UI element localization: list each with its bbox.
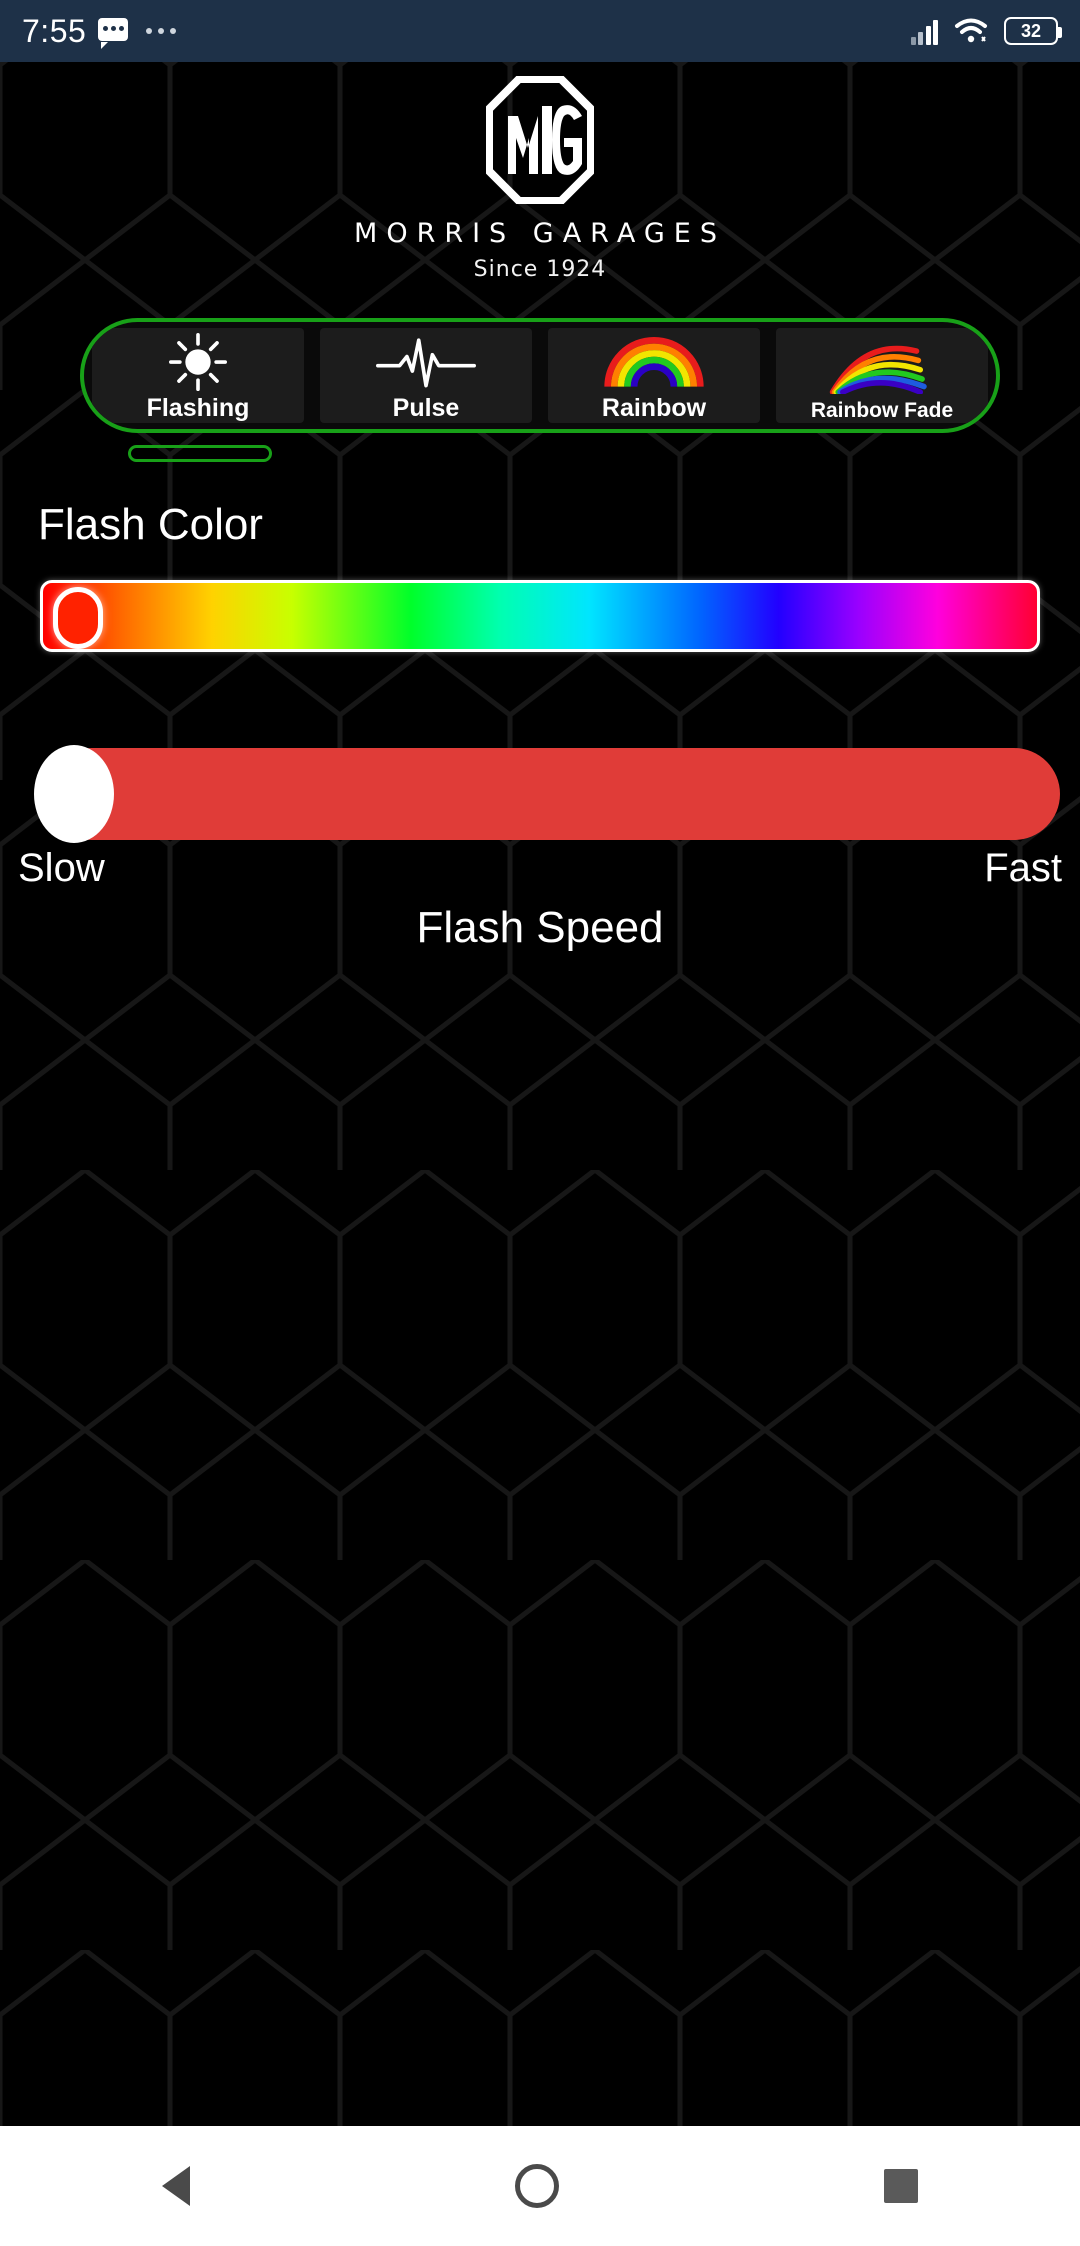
brand-name: MORRIS GARAGES <box>354 218 726 249</box>
tab-rainbow-fade[interactable]: Rainbow Fade <box>768 322 996 429</box>
speed-min-label: Slow <box>18 846 105 890</box>
message-icon <box>98 18 129 49</box>
heartbeat-icon <box>376 332 476 392</box>
mode-tab-bar[interactable]: Flashing Pulse Rainbow Rainbow Fade <box>80 318 1000 433</box>
mode-selector: Flashing Pulse Rainbow Rainbow Fade <box>80 318 1000 462</box>
status-bar-right: 32 <box>910 17 1062 45</box>
rainbow-fade-icon <box>827 336 937 396</box>
hue-gradient-slider[interactable] <box>40 580 1040 652</box>
signal-bars-icon <box>910 17 938 45</box>
speed-max-label: Fast <box>984 846 1062 890</box>
speed-slider-track[interactable] <box>46 748 1060 840</box>
brand-header: MORRIS GARAGES Since 1924 <box>0 62 1080 282</box>
app-root: 7:55 32 MORRIS GARAGES Since 1924 Flashi… <box>0 0 1080 2246</box>
tab-label: Rainbow Fade <box>810 399 954 422</box>
rainbow-arc-icon <box>602 332 706 392</box>
ellipsis-icon <box>146 28 177 34</box>
system-navigation-bar <box>0 2126 1080 2246</box>
battery-level: 32 <box>1020 21 1042 41</box>
speed-range-labels: Slow Fast <box>18 846 1062 891</box>
home-circle-icon[interactable] <box>514 2164 559 2208</box>
tab-flashing[interactable]: Flashing <box>84 322 312 429</box>
tab-pulse[interactable]: Pulse <box>312 322 540 429</box>
status-time: 7:55 <box>22 12 87 49</box>
battery-icon: 32 <box>1004 17 1062 45</box>
brand-since: Since 1924 <box>473 257 607 282</box>
mg-logo-icon <box>486 76 594 204</box>
flash-color-title: Flash Color <box>38 500 263 549</box>
hue-slider-thumb[interactable] <box>53 587 103 649</box>
speed-slider-thumb[interactable] <box>34 745 114 843</box>
wifi-icon <box>954 17 988 45</box>
recent-apps-square-icon[interactable] <box>883 2169 918 2203</box>
flash-speed-title: Flash Speed <box>416 903 664 952</box>
sun-icon <box>169 332 227 392</box>
flash-speed-slider[interactable] <box>20 745 1060 843</box>
status-bar: 7:55 32 <box>0 0 1080 62</box>
tab-label: Flashing <box>146 394 250 422</box>
status-bar-left: 7:55 <box>22 12 177 50</box>
scroll-position-pill[interactable] <box>128 445 272 462</box>
tab-label: Pulse <box>392 394 460 422</box>
back-triangle-icon[interactable] <box>162 2166 191 2206</box>
tab-rainbow[interactable]: Rainbow <box>540 322 768 429</box>
tab-label: Rainbow <box>601 394 707 422</box>
